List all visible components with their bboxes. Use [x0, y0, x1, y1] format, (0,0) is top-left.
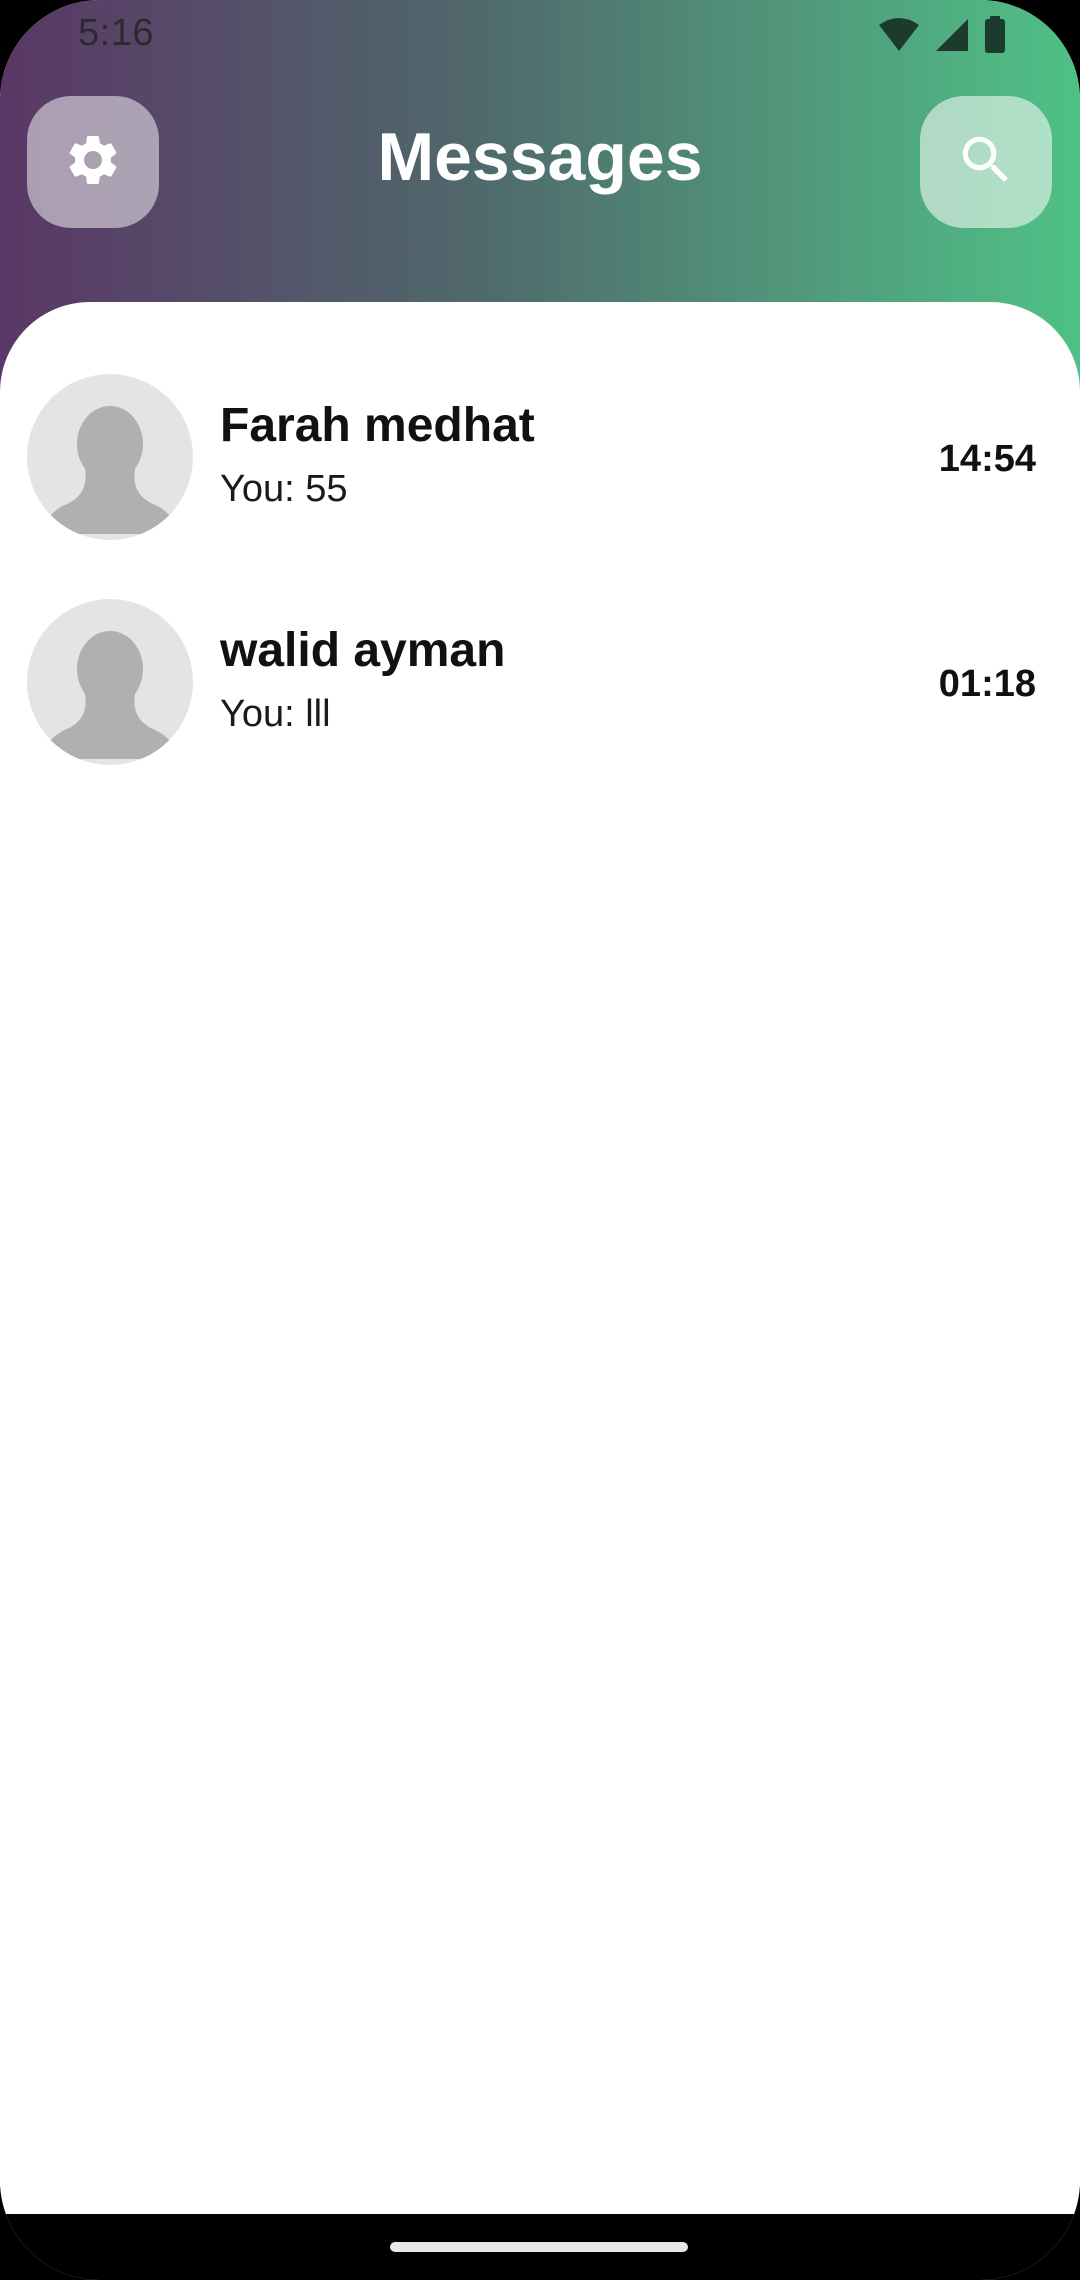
- page-title: Messages: [377, 119, 703, 195]
- default-avatar-icon: [27, 374, 193, 540]
- conversation-row[interactable]: Farah medhat You: 55 14:54: [0, 334, 1080, 540]
- status-bar: 5:16: [0, 0, 1080, 72]
- messages-screen: 5:16 Messages Farah medhat You: 55 14:54…: [0, 0, 1080, 2280]
- search-icon: [955, 129, 1017, 196]
- message-time: 01:18: [938, 663, 1036, 705]
- message-preview: You: 55: [220, 468, 348, 510]
- contact-name: Farah medhat: [220, 399, 535, 452]
- battery-icon: [984, 16, 1006, 54]
- default-avatar-icon: [27, 599, 193, 765]
- message-preview: You: lll: [220, 693, 331, 735]
- conversation-list: Farah medhat You: 55 14:54 walid ayman Y…: [0, 302, 1080, 2214]
- status-icons: [878, 16, 1006, 54]
- message-time: 14:54: [938, 438, 1036, 480]
- search-button[interactable]: [920, 96, 1052, 228]
- navigation-bar: [0, 2214, 1080, 2280]
- conversation-row[interactable]: walid ayman You: lll 01:18: [0, 559, 1080, 765]
- signal-icon: [934, 17, 970, 53]
- wifi-icon: [878, 17, 920, 53]
- home-indicator[interactable]: [390, 2242, 688, 2252]
- status-time: 5:16: [78, 12, 154, 54]
- contact-name: walid ayman: [220, 624, 506, 677]
